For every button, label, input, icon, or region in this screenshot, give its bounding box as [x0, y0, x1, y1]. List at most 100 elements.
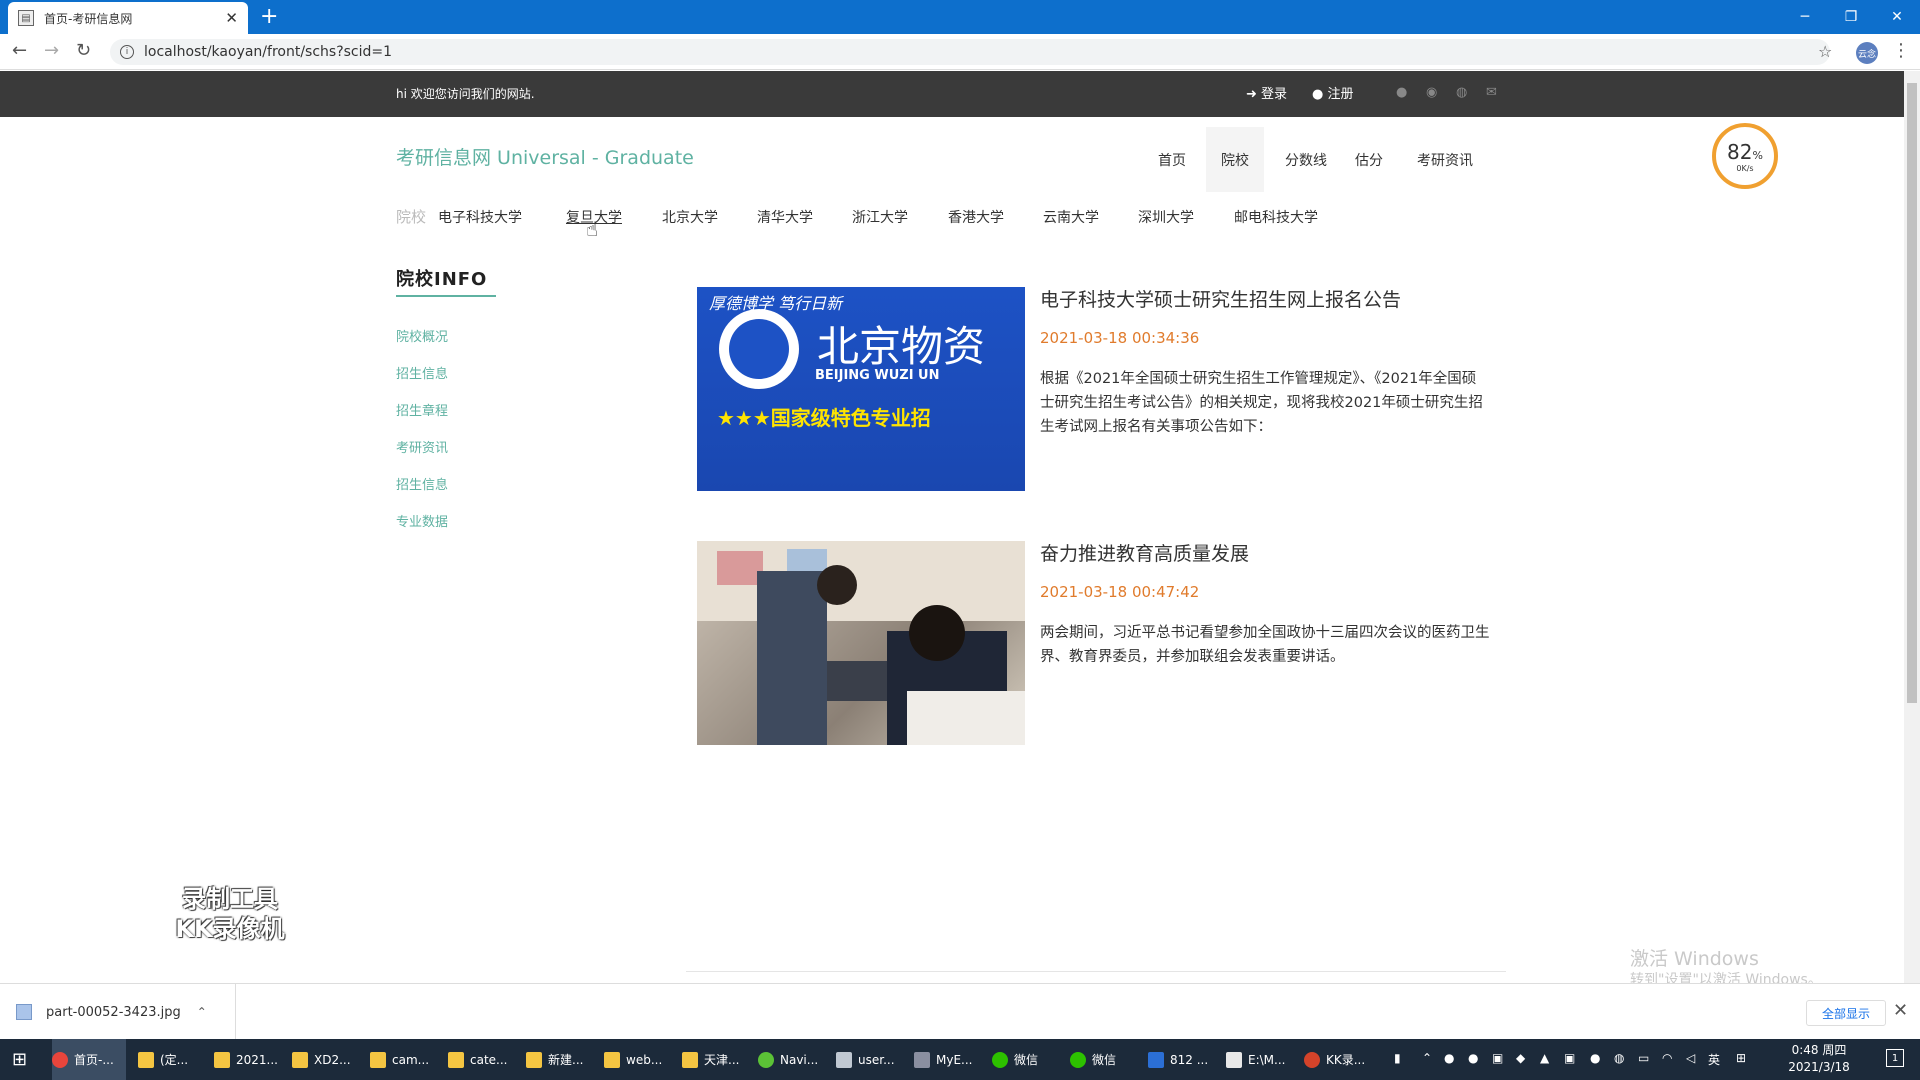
tray-app-icon[interactable]: ● [1468, 1051, 1478, 1065]
scrollbar-thumb[interactable] [1907, 83, 1917, 703]
address-bar[interactable]: i localhost/kaoyan/front/schs?scid=1 [110, 39, 1830, 65]
page-scrollbar[interactable] [1904, 71, 1920, 983]
wechat-icon[interactable]: ◍ [1456, 85, 1467, 100]
site-topbar: hi 欢迎您访问我们的网站. ➜ 登录 ● 注册 ● ◉ ◍ ✉ [0, 71, 1904, 117]
taskbar-item[interactable]: MyE... [914, 1039, 980, 1080]
window-close-icon[interactable]: ✕ [1874, 0, 1920, 34]
site-info-icon[interactable]: i [120, 45, 134, 59]
download-item[interactable]: part-00052-3423.jpg ⌃ [16, 984, 236, 1040]
keyboard-icon[interactable]: ⊞ [1736, 1051, 1746, 1065]
wechat-icon [1070, 1051, 1086, 1068]
register-link[interactable]: ● 注册 [1312, 83, 1354, 102]
site-brand[interactable]: 考研信息网 Universal - Graduate [396, 143, 694, 170]
qq-icon[interactable]: ● [1396, 85, 1407, 100]
school-link[interactable]: 浙江大学 [852, 207, 908, 227]
minimize-icon[interactable]: ─ [1782, 0, 1828, 34]
tray-app-icon[interactable]: ▲ [1540, 1051, 1549, 1065]
chevron-up-icon[interactable]: ⌃ [197, 1005, 207, 1019]
tray-app-icon[interactable]: ▣ [1492, 1051, 1503, 1065]
system-clock[interactable]: 0:48 周四 2021/3/18 [1782, 1042, 1856, 1076]
bookmark-star-icon[interactable]: ☆ [1818, 42, 1832, 61]
taskbar-item[interactable]: KK录... [1304, 1039, 1374, 1080]
school-link[interactable]: 北京大学 [662, 207, 718, 227]
sidebar-link[interactable]: 考研资讯 [396, 437, 448, 456]
show-all-button[interactable]: 全部显示 [1806, 1000, 1886, 1026]
taskbar-item[interactable]: 812 ... [1148, 1039, 1214, 1080]
windows-activation-title: 激活 Windows [1630, 948, 1759, 970]
taskbar-item[interactable]: E:\M... [1226, 1039, 1292, 1080]
tray-app-icon[interactable]: ● [1444, 1051, 1454, 1065]
article-thumbnail[interactable]: 厚德博学 笃行日新 北京物资 BEIJING WUZI UN ★★★国家级特色专… [697, 287, 1025, 491]
taskbar-item[interactable]: 微信 [992, 1039, 1054, 1080]
school-link[interactable]: 香港大学 [948, 207, 1004, 227]
taskbar-item[interactable]: 天津... [682, 1039, 748, 1080]
taskbar-item[interactable]: cam... [370, 1039, 436, 1080]
sidebar-link[interactable]: 院校概况 [396, 326, 448, 345]
school-link[interactable]: 云南大学 [1043, 207, 1099, 227]
page-favicon-icon: ▤ [18, 10, 34, 26]
folder-icon [214, 1051, 230, 1068]
wechat-icon [992, 1051, 1008, 1068]
weibo-icon[interactable]: ◉ [1426, 85, 1437, 100]
reload-icon[interactable]: ↻ [76, 40, 91, 61]
taskbar-item[interactable]: web... [604, 1039, 670, 1080]
new-tab-icon[interactable]: + [260, 4, 278, 29]
download-bar: part-00052-3423.jpg ⌃ 全部显示 ✕ [0, 983, 1920, 1040]
browser-tab-strip: ▤ 首页-考研信息网 ✕ + ─ ❐ ✕ [0, 0, 1920, 34]
school-link[interactable]: 深圳大学 [1138, 207, 1194, 227]
nav-schools[interactable]: 院校 [1206, 127, 1264, 192]
tray-expand-icon[interactable]: ⌃ [1422, 1051, 1432, 1065]
tray-app-icon[interactable]: ▣ [1564, 1051, 1575, 1065]
sidebar-link[interactable]: 招生信息 [396, 363, 448, 382]
restore-icon[interactable]: ❐ [1828, 0, 1874, 34]
nav-news[interactable]: 考研资讯 [1400, 127, 1490, 192]
school-link[interactable]: 电子科技大学 [438, 207, 522, 227]
battery-icon[interactable]: ▮ [1394, 1051, 1401, 1065]
article-title[interactable]: 奋力推进教育高质量发展 [1040, 539, 1249, 566]
taskbar-item[interactable]: 微信 [1070, 1039, 1132, 1080]
sidebar-link[interactable]: 招生信息 [396, 474, 448, 493]
taskbar-item[interactable]: 2021... [214, 1039, 280, 1080]
tray-wechat-icon[interactable]: ◍ [1614, 1051, 1624, 1065]
windows-activation-hint: 转到"设置"以激活 Windows。 [1630, 972, 1822, 983]
browser-tab[interactable]: ▤ 首页-考研信息网 ✕ [8, 2, 248, 34]
article-thumbnail[interactable] [697, 541, 1025, 745]
folder-icon [682, 1051, 698, 1068]
ime-indicator[interactable]: 英 [1708, 1051, 1720, 1068]
taskbar-item[interactable]: Navi... [758, 1039, 824, 1080]
tray-network-icon[interactable]: ▭ [1638, 1051, 1649, 1065]
sidebar-link[interactable]: 专业数据 [396, 511, 448, 530]
tab-close-icon[interactable]: ✕ [225, 9, 238, 27]
nav-estimate[interactable]: 估分 [1346, 127, 1392, 192]
login-link[interactable]: ➜ 登录 [1246, 83, 1287, 102]
forward-icon[interactable]: → [44, 40, 59, 61]
taskbar-item[interactable]: XD2... [292, 1039, 358, 1080]
nav-score-line[interactable]: 分数线 [1276, 127, 1336, 192]
tray-app-icon[interactable]: ● [1590, 1051, 1600, 1065]
sidebar-link[interactable]: 招生章程 [396, 400, 448, 419]
download-bar-close-icon[interactable]: ✕ [1893, 1000, 1908, 1021]
taskbar-item[interactable]: 新建... [526, 1039, 592, 1080]
volume-icon[interactable]: ◁ [1686, 1051, 1695, 1065]
network-speed-widget[interactable]: 82% 0K/s [1712, 123, 1778, 189]
welcome-text: hi 欢迎您访问我们的网站. [396, 87, 535, 101]
back-icon[interactable]: ← [12, 40, 27, 61]
taskbar-item[interactable]: (定... [138, 1039, 204, 1080]
svg-text:BEIJING WUZI UN: BEIJING WUZI UN [815, 368, 940, 383]
windows-start-icon[interactable]: ⊞ [12, 1049, 27, 1070]
svg-text:北京物资: 北京物资 [817, 322, 985, 371]
taskbar-item[interactable]: cate... [448, 1039, 514, 1080]
taskbar-item[interactable]: 首页-... [52, 1039, 126, 1080]
nav-home[interactable]: 首页 [1148, 127, 1196, 192]
tray-app-icon[interactable]: ◆ [1516, 1051, 1525, 1065]
school-link[interactable]: 邮电科技大学 [1234, 207, 1318, 227]
taskbar-item[interactable]: user... [836, 1039, 902, 1080]
wifi-icon[interactable]: ◠ [1662, 1051, 1672, 1065]
profile-avatar[interactable]: 云念 [1856, 42, 1878, 64]
kk-recorder-icon [1304, 1051, 1320, 1068]
notification-center-icon[interactable]: 1 [1886, 1049, 1904, 1067]
browser-menu-icon[interactable]: ⋮ [1892, 40, 1910, 61]
article-title[interactable]: 电子科技大学硕士研究生招生网上报名公告 [1040, 285, 1401, 312]
mail-icon[interactable]: ✉ [1486, 85, 1497, 100]
school-link[interactable]: 清华大学 [757, 207, 813, 227]
